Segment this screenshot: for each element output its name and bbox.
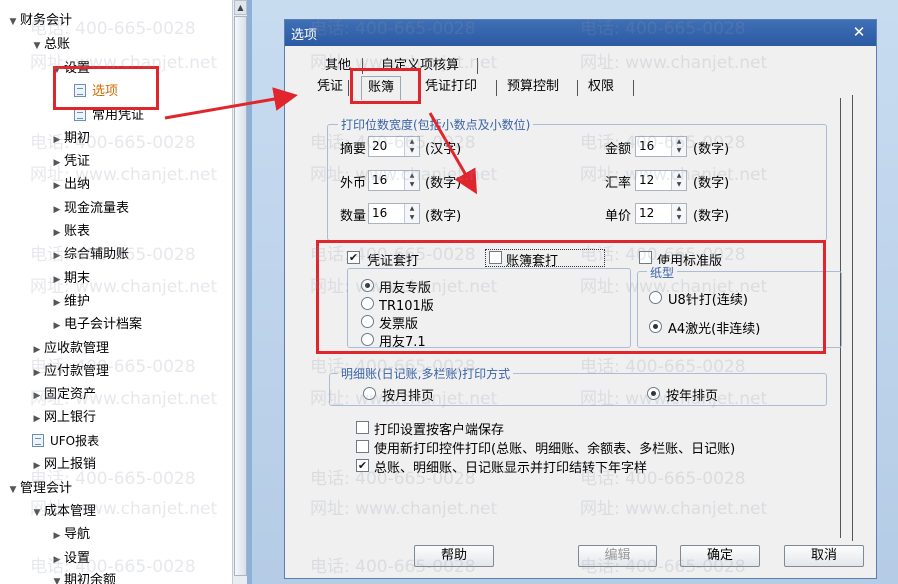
arrow-to-print-settings <box>428 112 478 195</box>
arrow-to-dialog <box>164 87 298 120</box>
annotation-arrows <box>164 87 478 195</box>
